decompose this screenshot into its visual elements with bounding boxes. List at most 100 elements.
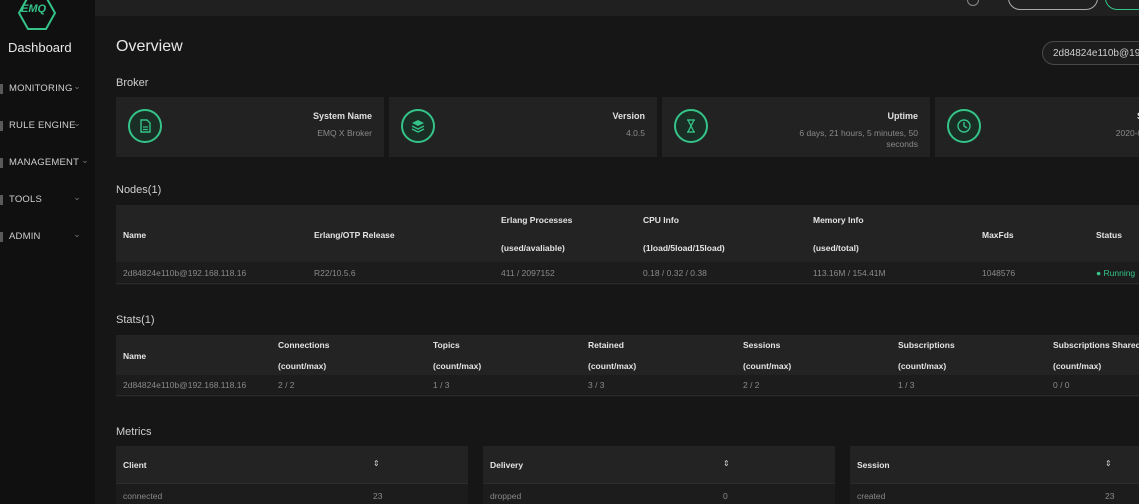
- sidebar-item-admin[interactable]: ADMIN ⌄: [0, 228, 95, 248]
- menu-icon: [0, 121, 3, 131]
- stats-subscriptions: 1 / 3: [898, 380, 915, 390]
- card-value: 6 days, 21 hours, 5 minutes, 50 seconds: [799, 128, 918, 149]
- sidebar: EMQ Dashboard MONITORING ⌄ RULE ENGINE ⌄…: [0, 0, 95, 504]
- node-maxfds: 1048576: [982, 268, 1016, 278]
- chevron-down-icon: ⌄: [73, 192, 81, 202]
- status-badge: ● Running: [1096, 268, 1136, 278]
- sidebar-item-monitoring[interactable]: MONITORING ⌄: [0, 80, 95, 100]
- col-otp: Erlang/OTP Release: [314, 230, 395, 240]
- col-memory: Memory Info: [813, 215, 864, 225]
- metric-value: 23: [1105, 491, 1115, 501]
- col-memory-sub: (used/total): [813, 243, 859, 253]
- metrics-table-header: [850, 446, 1139, 484]
- col-processes: Erlang Processes: [501, 215, 573, 225]
- user-menu-button[interactable]: [1008, 0, 1098, 10]
- stats-topics: 1 / 3: [433, 380, 450, 390]
- menu-icon: [0, 84, 3, 94]
- metrics-table-header: [483, 446, 835, 484]
- card-label: Uptime: [887, 111, 918, 121]
- stats-name: 2d84824e110b@192.168.118.16: [123, 380, 247, 390]
- col-subscriptions-sub: (count/max): [898, 361, 947, 371]
- sidebar-item-label: TOOLS: [9, 194, 43, 205]
- metrics-table-client: Client ⇕ connected 23: [116, 446, 468, 504]
- card-value: 4.0.5: [626, 128, 645, 138]
- metric-value: 23: [373, 491, 383, 501]
- stats-connections: 2 / 2: [278, 380, 295, 390]
- main-content: Overview 2d84824e110b@192 Broker System …: [95, 16, 1139, 504]
- col-subscriptions-shared: Subscriptions Shared: [1053, 340, 1139, 350]
- col-retained-sub: (count/max): [588, 361, 637, 371]
- sort-icon[interactable]: ⇕: [723, 459, 730, 468]
- metrics-table-header: [116, 446, 468, 484]
- nodes-section-title: Nodes(1): [116, 184, 162, 196]
- document-icon: [128, 109, 162, 143]
- metrics-title: Client: [123, 460, 147, 470]
- broker-card-version: Version 4.0.5: [389, 97, 657, 157]
- col-name: Name: [123, 351, 147, 361]
- node-memory: 113.16M / 154.41M: [813, 268, 886, 278]
- chevron-down-icon: ⌄: [73, 229, 81, 239]
- stats-section-title: Stats(1): [116, 314, 155, 326]
- col-subscriptions: Subscriptions: [898, 340, 955, 350]
- sidebar-item-tools[interactable]: TOOLS ⌄: [0, 191, 95, 211]
- col-subscriptions-shared-sub: (count/max): [1053, 361, 1102, 371]
- card-label: System Name: [312, 111, 372, 121]
- col-retained: Retained: [588, 340, 624, 350]
- top-bar: [95, 0, 1139, 16]
- sort-icon[interactable]: ⇕: [373, 459, 380, 468]
- metric-key: created: [857, 491, 886, 501]
- help-icon[interactable]: [967, 0, 979, 6]
- stats-table: Name Connections (count/max) Topics (cou…: [116, 335, 1139, 397]
- card-value: EMQ X Broker: [317, 128, 372, 138]
- col-status: Status: [1096, 230, 1122, 240]
- table-row[interactable]: 2d84824e110b@192.168.118.16 R22/10.5.6 4…: [116, 262, 1139, 284]
- node-cpu: 0.18 / 0.32 / 0.38: [643, 268, 707, 278]
- menu-icon: [0, 158, 3, 168]
- node-name: 2d84824e110b@192.168.118.16: [123, 268, 247, 278]
- language-button[interactable]: [1105, 0, 1139, 10]
- hourglass-icon: [674, 109, 708, 143]
- menu-icon: [0, 195, 3, 205]
- sidebar-item-label: MANAGEMENT: [9, 157, 80, 168]
- metrics-section-title: Metrics: [116, 426, 152, 438]
- metric-key: dropped: [490, 491, 522, 501]
- node-select[interactable]: 2d84824e110b@192: [1042, 41, 1139, 65]
- chevron-down-icon: ⌄: [73, 118, 81, 128]
- menu-icon: [0, 232, 3, 242]
- sidebar-item-rule-engine[interactable]: RULE ENGINE ⌄: [0, 117, 95, 137]
- col-cpu: CPU Info: [643, 215, 679, 225]
- col-cpu-sub: (1load/5load/15load): [643, 243, 725, 253]
- col-connections-sub: (count/max): [278, 361, 327, 371]
- col-topics-sub: (count/max): [433, 361, 482, 371]
- page-title: Overview: [116, 38, 183, 55]
- col-sessions-sub: (count/max): [743, 361, 792, 371]
- nodes-table: Name Erlang/OTP Release Erlang Processes…: [116, 205, 1139, 285]
- sidebar-item-label: MONITORING: [9, 83, 73, 94]
- brand-title: Dashboard: [8, 40, 72, 55]
- sidebar-item-management[interactable]: MANAGEMENT ⌄: [0, 154, 95, 174]
- metrics-title: Session: [857, 460, 890, 470]
- layers-icon: [401, 109, 435, 143]
- node-processes: 411 / 2097152: [501, 268, 555, 278]
- chevron-down-icon: ⌄: [81, 155, 89, 165]
- stats-retained: 3 / 3: [588, 380, 605, 390]
- broker-card-uptime: Uptime 6 days, 21 hours, 5 minutes, 50 s…: [662, 97, 930, 157]
- sort-icon[interactable]: ⇕: [1105, 459, 1112, 468]
- sidebar-item-label: ADMIN: [9, 231, 41, 242]
- col-name: Name: [123, 230, 147, 240]
- metrics-table-session: Session ⇕ created 23: [850, 446, 1139, 504]
- node-otp: R22/10.5.6: [314, 268, 356, 278]
- metric-value: 0: [723, 491, 728, 501]
- clock-icon: [947, 109, 981, 143]
- chevron-down-icon: ⌄: [73, 81, 81, 91]
- logo-text: EMQ: [21, 3, 47, 15]
- sidebar-item-label: RULE ENGINE: [9, 120, 76, 131]
- table-row[interactable]: 2d84824e110b@192.168.118.16 2 / 2 1 / 3 …: [116, 375, 1139, 396]
- broker-section-title: Broker: [116, 77, 149, 89]
- metrics-title: Delivery: [490, 460, 524, 470]
- col-sessions: Sessions: [743, 340, 781, 350]
- stats-sessions: 2 / 2: [743, 380, 760, 390]
- card-label: Version: [612, 111, 645, 121]
- col-connections: Connections: [278, 340, 330, 350]
- metric-key: connected: [123, 491, 163, 501]
